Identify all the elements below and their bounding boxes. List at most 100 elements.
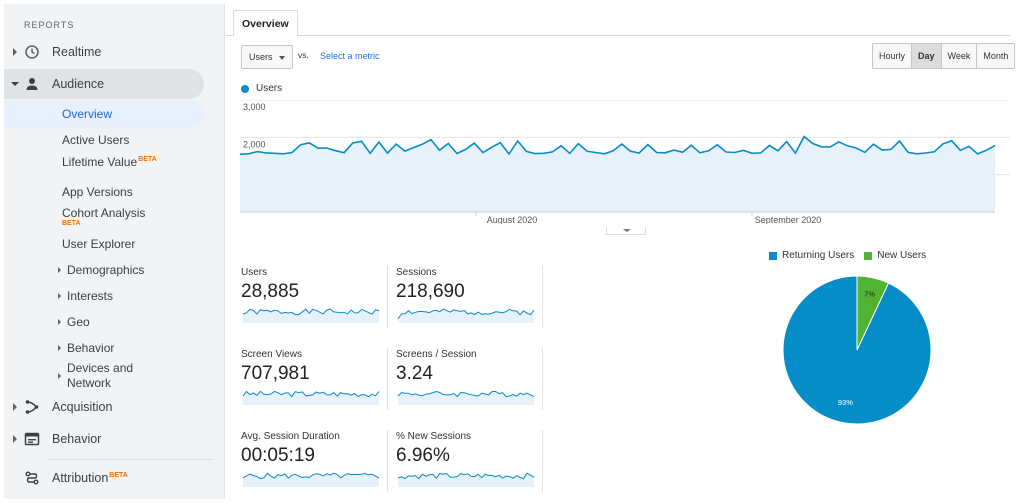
- metric-dropdown[interactable]: Users: [241, 45, 293, 69]
- legend-series-name: Users: [256, 83, 283, 94]
- cohort-analysis-text: Cohort Analysis: [62, 206, 146, 220]
- caret-right-icon: [58, 373, 61, 379]
- caret-right-icon: [58, 293, 61, 299]
- analytics-frame: REPORTS Realtime Audience Overview Activ…: [0, 0, 1034, 503]
- y-tick-label: 2,000: [243, 139, 266, 149]
- reports-header: REPORTS: [24, 20, 75, 30]
- sparkline: [242, 472, 380, 487]
- sidebar-item-label: Behavior: [52, 432, 102, 446]
- caret-right-icon: [13, 435, 17, 443]
- month-button[interactable]: Month: [976, 44, 1015, 68]
- day-button[interactable]: Day: [911, 44, 941, 68]
- x-tick-label: September 2020: [755, 215, 822, 224]
- chart-legend: Users: [241, 83, 282, 94]
- tile-value: 28,885: [241, 281, 300, 302]
- caret-right-icon: [13, 48, 17, 56]
- caret-right-icon: [58, 267, 61, 273]
- beta-badge: BETA: [138, 156, 157, 163]
- lifetime-value-text: Lifetime Value: [62, 155, 138, 169]
- vs-label: vs.: [298, 50, 309, 60]
- x-tick-label: August 2020: [487, 215, 538, 224]
- week-button[interactable]: Week: [940, 44, 977, 68]
- sidebar-item-label: AttributionBETA: [52, 471, 128, 485]
- metric-dropdown-value: Users: [249, 52, 273, 62]
- acquisition-icon: [25, 400, 39, 414]
- sparkline: [397, 390, 535, 405]
- returning-users-label: Returning Users: [782, 250, 855, 261]
- sidebar-subitem-label: Interests: [67, 289, 114, 303]
- caret-down-icon: [11, 82, 19, 86]
- tab-overview[interactable]: Overview: [233, 10, 298, 36]
- user-type-pie-chart: 93% 7%: [782, 275, 932, 425]
- tile-label: Avg. Session Duration: [241, 431, 340, 442]
- new-users-swatch: [864, 251, 873, 260]
- sidebar-item-realtime[interactable]: Realtime: [4, 37, 225, 67]
- sidebar-item-attribution[interactable]: AttributionBETA: [4, 463, 225, 493]
- tile-value: 6.96%: [396, 445, 450, 466]
- sidebar-subitem-overview[interactable]: Overview: [4, 101, 204, 127]
- sidebar-subitem-label: Behavior: [67, 341, 115, 355]
- beta-badge: BETA: [109, 471, 128, 479]
- main-panel: Overview Users vs. Select a metric Hourl…: [226, 4, 1030, 499]
- tile-users[interactable]: Users 28,885: [241, 267, 387, 329]
- select-metric-link[interactable]: Select a metric: [320, 51, 380, 61]
- series-color-dot: [241, 84, 249, 93]
- time-granularity-group: Hourly Day Week Month: [872, 43, 1016, 69]
- reports-sidebar: REPORTS Realtime Audience Overview Activ…: [4, 4, 225, 499]
- behavior-icon: [24, 432, 40, 446]
- tile-screen-views[interactable]: Screen Views 707,981: [241, 349, 387, 411]
- tile-screens-per-session[interactable]: Screens / Session 3.24: [396, 349, 542, 411]
- sparkline: [242, 390, 380, 405]
- tile-label: Screens / Session: [396, 349, 477, 360]
- pie-slice-label: 93%: [838, 398, 853, 407]
- sidebar-item-audience[interactable]: Audience: [4, 69, 204, 99]
- tile-value: 00:05:19: [241, 445, 315, 466]
- tile-label: Sessions: [396, 267, 437, 278]
- sparkline-area: [398, 473, 534, 487]
- sidebar-subitem-label: Overview: [62, 107, 113, 121]
- tile-value: 218,690: [396, 281, 465, 302]
- tile-label: Screen Views: [241, 349, 302, 360]
- caret-right-icon: [58, 319, 61, 325]
- tile-divider: [387, 266, 388, 328]
- tile-sessions[interactable]: Sessions 218,690: [396, 267, 542, 329]
- caret-right-icon: [58, 345, 61, 351]
- new-users-label: New Users: [877, 250, 927, 261]
- returning-users-swatch: [769, 251, 777, 260]
- sparkline-area: [243, 473, 379, 487]
- sidebar-subitem-label: App Versions: [62, 185, 133, 199]
- sparkline: [242, 308, 380, 323]
- users-line-chart: 3,0002,0001,000August 2020September 2020: [240, 100, 1010, 224]
- sidebar-subitem-label: Geo: [67, 315, 90, 329]
- sidebar-subitem-label: User Explorer: [62, 237, 136, 251]
- pie-legend: Returning Users New Users: [769, 250, 926, 261]
- tile-divider: [387, 430, 388, 492]
- tile-value: 3.24: [396, 363, 433, 384]
- sidebar-item-label: Realtime: [52, 45, 102, 59]
- chart-collapse-toggle[interactable]: [606, 227, 646, 235]
- tile-divider: [387, 348, 388, 410]
- tile-divider: [542, 266, 543, 328]
- sidebar-subitem-label: Devices and Network: [67, 361, 134, 390]
- sparkline: [397, 472, 535, 487]
- sidebar-subitem-label: Demographics: [67, 263, 145, 277]
- pie-slice-label: 7%: [864, 290, 875, 299]
- tile-value: 707,981: [241, 363, 310, 384]
- sidebar-subitem-label: Cohort Analysis BETA: [62, 206, 145, 227]
- chevron-down-icon: [279, 56, 285, 60]
- tab-divider: [226, 35, 1010, 36]
- sidebar-item-label: Acquisition: [52, 400, 113, 414]
- sidebar-item-label: Audience: [52, 77, 105, 91]
- sidebar-item-behavior[interactable]: Behavior: [4, 424, 225, 454]
- clock-icon: [25, 45, 39, 59]
- tile-avg-session-duration[interactable]: Avg. Session Duration 00:05:19: [241, 431, 387, 493]
- tile-divider: [542, 430, 543, 492]
- hourly-button[interactable]: Hourly: [873, 44, 912, 68]
- beta-badge: BETA: [62, 220, 81, 227]
- tile-label: % New Sessions: [396, 431, 472, 442]
- tile-divider: [542, 348, 543, 410]
- y-tick-label: 3,000: [243, 102, 266, 112]
- sidebar-item-acquisition[interactable]: Acquisition: [4, 392, 225, 422]
- tile-new-sessions[interactable]: % New Sessions 6.96%: [396, 431, 542, 493]
- tile-label: Users: [241, 267, 268, 278]
